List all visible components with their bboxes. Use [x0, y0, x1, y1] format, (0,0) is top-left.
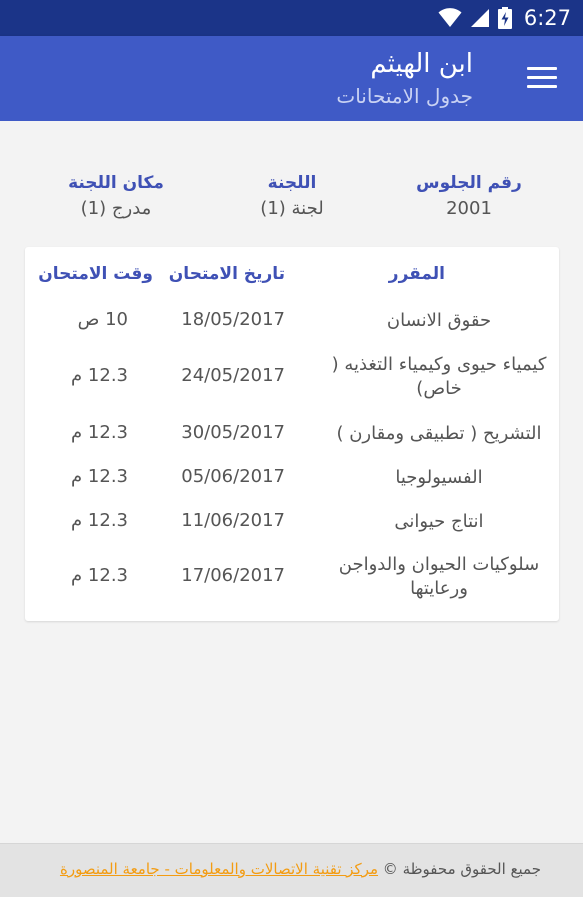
time-cell: 10 ص — [77, 309, 128, 330]
app-bar: ابن الهيثم جدول الامتحانات — [0, 36, 583, 121]
date-cell: 30/05/2017 — [181, 422, 285, 443]
signal-icon — [470, 9, 489, 27]
column-header-time: وقت الامتحان — [38, 264, 153, 284]
column-header-course: المقرر — [388, 264, 445, 284]
date-cell: 11/06/2017 — [181, 510, 285, 531]
student-info: رقم الجلوس 2001 اللجنة لجنة (1) مكان الل… — [0, 171, 583, 231]
main-content: رقم الجلوس 2001 اللجنة لجنة (1) مكان الل… — [0, 121, 583, 843]
status-time: 6:27 — [523, 6, 571, 30]
copyright-text: جميع الحقوق محفوظة © — [382, 860, 541, 878]
seat-number-value: 2001 — [446, 198, 492, 219]
course-cell: الفسيولوجيا — [395, 467, 483, 488]
date-cell: 17/06/2017 — [181, 565, 285, 586]
date-cell: 24/05/2017 — [181, 365, 285, 386]
course-cell: سلوكيات الحيوان والدواجن ورعايتها — [338, 554, 540, 599]
status-icons: 6:27 — [438, 0, 571, 36]
app-title: ابن الهيثم — [370, 49, 473, 79]
course-cell: كيمياء حيوى وكيمياء التغذيه ( خاص) — [331, 354, 547, 399]
seat-number-block: رقم الجلوس 2001 — [384, 171, 554, 223]
time-cell: 12.3 م — [71, 422, 128, 443]
date-cell: 18/05/2017 — [181, 309, 285, 330]
time-cell: 12.3 م — [71, 565, 128, 586]
location-value: مدرج (1) — [80, 198, 152, 219]
course-cell: التشريح ( تطبيقى ومقارن ) — [336, 423, 542, 444]
location-label: مكان اللجنة — [68, 173, 164, 193]
page-subtitle: جدول الامتحانات — [336, 84, 473, 108]
column-header-date: تاريخ الامتحان — [168, 264, 285, 284]
committee-label: اللجنة — [267, 173, 317, 193]
footer-link[interactable]: مركز تقنية الاتصالات والمعلومات - جامعة … — [60, 860, 378, 878]
course-cell: حقوق الانسان — [386, 310, 492, 331]
committee-value: لجنة (1) — [260, 198, 324, 219]
exam-schedule-table: المقرر تاريخ الامتحان وقت الامتحان حقوق … — [25, 247, 559, 621]
footer-text-line: جميع الحقوق محفوظة © مركز تقنية الاتصالا… — [60, 860, 541, 878]
time-cell: 12.3 م — [71, 510, 128, 531]
wifi-icon — [438, 8, 462, 27]
committee-block: اللجنة لجنة (1) — [207, 171, 377, 223]
status-bar: 6:27 — [0, 0, 583, 36]
location-block: مكان اللجنة مدرج (1) — [31, 171, 201, 223]
time-cell: 12.3 م — [71, 466, 128, 487]
battery-charging-icon — [497, 7, 512, 29]
seat-number-label: رقم الجلوس — [416, 173, 522, 193]
course-cell: انتاج حيوانى — [394, 511, 484, 532]
footer: جميع الحقوق محفوظة © مركز تقنية الاتصالا… — [0, 843, 583, 897]
date-cell: 05/06/2017 — [181, 466, 285, 487]
menu-icon[interactable] — [527, 67, 557, 89]
time-cell: 12.3 م — [71, 365, 128, 386]
app-bar-titles: ابن الهيثم جدول الامتحانات — [336, 46, 473, 110]
